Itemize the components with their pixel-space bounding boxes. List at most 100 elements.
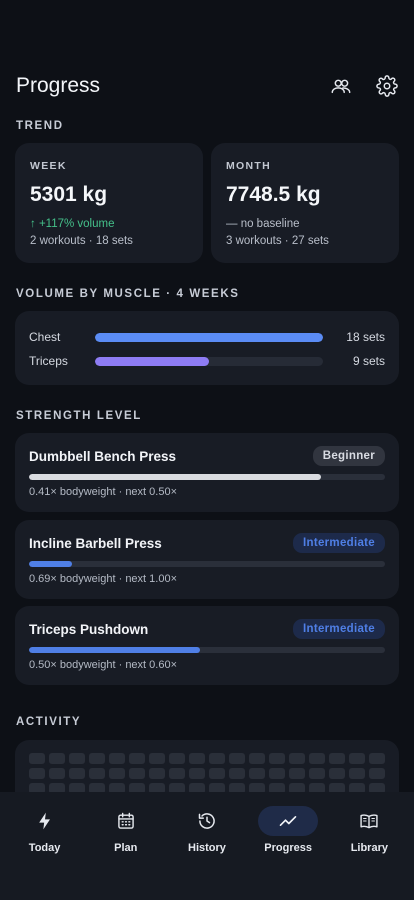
muscle-sets: 18 sets bbox=[346, 330, 385, 344]
activity-cell bbox=[109, 753, 125, 764]
muscle-row: Chest 18 sets bbox=[29, 325, 385, 349]
strength-meta: 0.41× bodyweight · next 0.50× bbox=[29, 486, 177, 498]
activity-label: ACTIVITY bbox=[16, 716, 82, 728]
month-card[interactable]: MONTH 7748.5 kg — no baseline 3 workouts… bbox=[211, 143, 399, 263]
activity-cell bbox=[189, 753, 205, 764]
people-icon[interactable] bbox=[328, 73, 354, 99]
history-icon bbox=[198, 813, 215, 829]
week-change: ↑ +117% volume bbox=[30, 218, 115, 230]
exercise-name: Incline Barbell Press bbox=[29, 535, 162, 551]
gear-icon[interactable] bbox=[374, 73, 400, 99]
activity-cell bbox=[269, 768, 285, 779]
page-title: Progress bbox=[16, 74, 101, 97]
strength-label: STRENGTH LEVEL bbox=[16, 410, 142, 422]
activity-cell bbox=[229, 753, 245, 764]
muscle-bar-track bbox=[95, 332, 323, 342]
strength-bar-track bbox=[29, 647, 385, 653]
activity-cell bbox=[89, 768, 105, 779]
strength-card[interactable]: Incline Barbell Press Intermediate 0.69×… bbox=[15, 520, 399, 599]
muscle-name: Chest bbox=[29, 330, 61, 344]
muscle-bar-fill bbox=[95, 332, 323, 342]
activity-cell bbox=[329, 768, 345, 779]
volume-card: Chest 18 sets Triceps 9 sets bbox=[15, 311, 399, 385]
activity-cell bbox=[289, 753, 305, 764]
activity-cell bbox=[209, 768, 225, 779]
month-change: — no baseline bbox=[226, 218, 300, 230]
activity-heatmap bbox=[29, 753, 385, 794]
trend-cards: WEEK 5301 kg ↑ +117% volume 2 workouts ·… bbox=[15, 143, 399, 263]
activity-cell bbox=[149, 753, 165, 764]
activity-cell bbox=[169, 768, 185, 779]
tab-label: Library bbox=[350, 842, 388, 854]
muscle-sets: 9 sets bbox=[352, 354, 385, 368]
strength-card[interactable]: Dumbbell Bench Press Beginner 0.41× body… bbox=[15, 433, 399, 512]
activity-cell bbox=[249, 753, 265, 764]
strength-bar-fill bbox=[29, 474, 321, 480]
month-meta: 3 workouts · 27 sets bbox=[226, 235, 329, 247]
activity-cell bbox=[189, 768, 205, 779]
tab-label: Progress bbox=[264, 842, 312, 854]
tab-plan[interactable]: Plan bbox=[87, 792, 165, 900]
activity-cell bbox=[109, 768, 125, 779]
muscle-name: Triceps bbox=[29, 354, 68, 368]
exercise-name: Dumbbell Bench Press bbox=[29, 448, 177, 464]
tab-label: Plan bbox=[114, 842, 138, 854]
level-badge: Intermediate bbox=[293, 619, 385, 639]
header: Progress bbox=[16, 70, 400, 102]
activity-cell bbox=[289, 768, 305, 779]
muscle-row: Triceps 9 sets bbox=[29, 349, 385, 373]
activity-cell bbox=[29, 768, 45, 779]
muscle-bar-track bbox=[95, 356, 323, 366]
week-meta: 2 workouts · 18 sets bbox=[30, 235, 133, 247]
bolt-icon bbox=[38, 812, 50, 830]
activity-cell bbox=[69, 768, 85, 779]
activity-cell bbox=[29, 753, 45, 764]
activity-cell bbox=[129, 753, 145, 764]
tab-library[interactable]: Library bbox=[330, 792, 408, 900]
activity-cell bbox=[129, 768, 145, 779]
activity-cell bbox=[309, 753, 325, 764]
tab-label: Today bbox=[28, 842, 61, 854]
activity-cell bbox=[269, 753, 285, 764]
tab-history[interactable]: History bbox=[168, 792, 246, 900]
tab-today[interactable]: Today bbox=[6, 792, 84, 900]
strength-bar-track bbox=[29, 561, 385, 567]
activity-cell bbox=[169, 753, 185, 764]
activity-cell bbox=[49, 753, 65, 764]
week-value: 5301 kg bbox=[30, 183, 108, 206]
tab-label: History bbox=[188, 842, 226, 854]
tab-bar: Today Plan History Progress Library bbox=[0, 792, 414, 900]
trend-label: TREND bbox=[16, 120, 64, 132]
activity-cell bbox=[229, 768, 245, 779]
calendar-icon bbox=[117, 812, 134, 829]
week-label: WEEK bbox=[30, 160, 67, 172]
activity-cell bbox=[249, 768, 265, 779]
tab-progress[interactable]: Progress bbox=[249, 792, 327, 900]
volume-label: VOLUME BY MUSCLE · 4 WEEKS bbox=[16, 288, 240, 300]
activity-cell bbox=[309, 768, 325, 779]
muscle-bar-fill bbox=[95, 356, 209, 366]
activity-cell bbox=[89, 753, 105, 764]
strength-meta: 0.69× bodyweight · next 1.00× bbox=[29, 573, 177, 585]
week-card[interactable]: WEEK 5301 kg ↑ +117% volume 2 workouts ·… bbox=[15, 143, 203, 263]
activity-cell bbox=[329, 753, 345, 764]
activity-cell bbox=[369, 753, 385, 764]
activity-cell bbox=[49, 768, 65, 779]
strength-bar-fill bbox=[29, 561, 72, 567]
strength-bar-track bbox=[29, 474, 385, 480]
level-badge: Intermediate bbox=[293, 533, 385, 553]
level-badge: Beginner bbox=[312, 446, 385, 466]
month-value: 7748.5 kg bbox=[226, 183, 321, 206]
strength-card[interactable]: Triceps Pushdown Intermediate 0.50× body… bbox=[15, 606, 399, 685]
strength-bar-fill bbox=[29, 647, 200, 653]
activity-cell bbox=[349, 753, 365, 764]
month-label: MONTH bbox=[226, 160, 271, 172]
activity-cell bbox=[349, 768, 365, 779]
strength-meta: 0.50× bodyweight · next 0.60× bbox=[29, 659, 177, 671]
activity-cell bbox=[69, 753, 85, 764]
exercise-name: Triceps Pushdown bbox=[29, 621, 149, 637]
trend-icon bbox=[279, 816, 297, 826]
header-actions bbox=[328, 73, 400, 99]
activity-cell bbox=[369, 768, 385, 779]
activity-cell bbox=[209, 753, 225, 764]
